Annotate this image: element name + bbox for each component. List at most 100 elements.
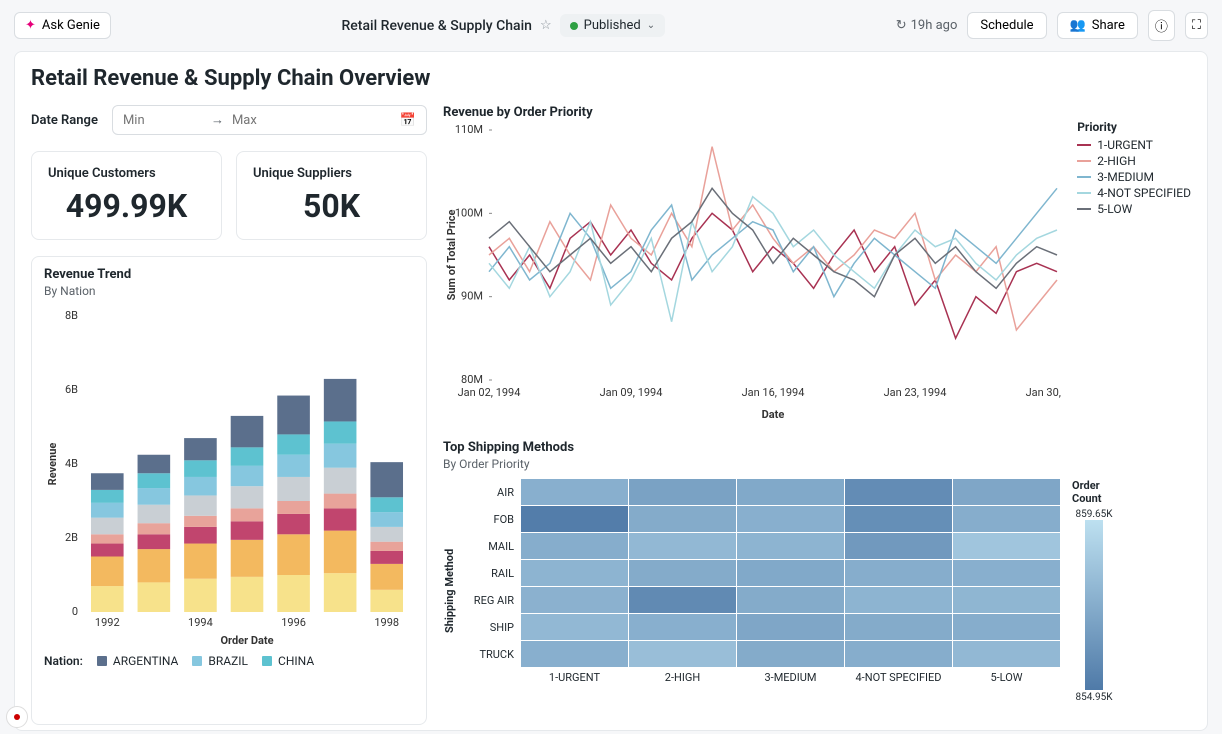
heat-cell[interactable] <box>521 506 628 532</box>
refresh-status[interactable]: ↻ 19h ago <box>896 18 958 33</box>
people-icon: 👥 <box>1070 18 1086 33</box>
status-dropdown[interactable]: Published ⌄ <box>560 14 665 37</box>
ask-genie-label: Ask Genie <box>42 18 100 33</box>
corner-badge[interactable] <box>6 706 28 728</box>
heat-cell[interactable] <box>845 614 952 640</box>
heat-cell[interactable] <box>845 506 952 532</box>
legend-item[interactable]: 2-HIGH <box>1077 154 1191 168</box>
heat-cell[interactable] <box>629 479 736 505</box>
calendar-icon[interactable]: 📅 <box>400 113 416 128</box>
legend-item[interactable]: 3-MEDIUM <box>1077 170 1191 184</box>
status-label: Published <box>584 18 641 33</box>
legend-item[interactable]: 1-URGENT <box>1077 138 1191 152</box>
chevron-down-icon: ⌄ <box>647 20 655 31</box>
legend-item[interactable]: ARGENTINA <box>97 654 179 668</box>
heat-cell[interactable] <box>737 506 844 532</box>
heat-cell[interactable] <box>953 560 1060 586</box>
svg-text:Sum of Total Price: Sum of Total Price <box>445 210 458 301</box>
heat-cell[interactable] <box>629 533 736 559</box>
legend-line-icon <box>1077 144 1091 146</box>
heat-row-label: AIR <box>460 486 520 499</box>
priority-legend: Priority 1-URGENT 2-HIGH 3-MEDIUM 4-NOT … <box>1077 120 1191 424</box>
refresh-icon: ↻ <box>896 18 907 33</box>
legend-item[interactable]: 5-LOW <box>1077 202 1191 216</box>
kpi-unique-suppliers: Unique Suppliers 50K <box>236 151 427 240</box>
color-scale: Order Count 859.65K 854.95K <box>1072 479 1116 703</box>
kpi-suppliers-value: 50K <box>253 187 410 225</box>
heat-cell[interactable] <box>953 506 1060 532</box>
heat-cell[interactable] <box>737 614 844 640</box>
revenue-trend-plot[interactable]: 02B4B6B8BRevenue1992199419961998Order Da… <box>44 306 414 650</box>
svg-text:Jan 02, 1994: Jan 02, 1994 <box>458 386 521 399</box>
heat-cell[interactable] <box>845 641 952 667</box>
heat-cell[interactable] <box>629 587 736 613</box>
heat-cell[interactable] <box>953 641 1060 667</box>
dashboard-page: Retail Revenue & Supply Chain Overview D… <box>14 51 1208 731</box>
date-range-input[interactable]: → 📅 <box>112 105 427 135</box>
date-max-field[interactable] <box>232 113 312 128</box>
svg-text:110M: 110M <box>455 123 483 136</box>
share-button[interactable]: 👥 Share <box>1057 12 1138 39</box>
revenue-priority-plot[interactable]: 80M90M100M110MSum of Total PriceJan 02, … <box>443 120 1065 424</box>
revenue-priority-title: Revenue by Order Priority <box>443 105 1191 120</box>
heat-col-label: 2-HIGH <box>629 671 736 684</box>
heat-row-label: TRUCK <box>460 648 520 661</box>
schedule-button[interactable]: Schedule <box>967 12 1046 39</box>
heat-cell[interactable] <box>629 614 736 640</box>
heat-cell[interactable] <box>737 533 844 559</box>
heat-cell[interactable] <box>629 506 736 532</box>
heat-cell[interactable] <box>845 587 952 613</box>
kpi-customers-label: Unique Customers <box>48 166 205 181</box>
heat-cell[interactable] <box>521 614 628 640</box>
heat-cell[interactable] <box>737 560 844 586</box>
heat-cell[interactable] <box>953 587 1060 613</box>
heat-cell[interactable] <box>521 587 628 613</box>
shipping-methods-chart: Top Shipping Methods By Order Priority S… <box>443 440 1191 703</box>
legend-item[interactable]: CHINA <box>262 654 314 668</box>
heat-cell[interactable] <box>953 614 1060 640</box>
heat-cell[interactable] <box>737 641 844 667</box>
heat-cell[interactable] <box>521 533 628 559</box>
red-dot-icon <box>14 714 20 720</box>
svg-text:1994: 1994 <box>188 616 213 629</box>
shipping-title: Top Shipping Methods <box>443 440 1191 455</box>
heat-col-label: 4-NOT SPECIFIED <box>845 671 952 684</box>
heat-cell[interactable] <box>629 641 736 667</box>
heat-col-label: 1-URGENT <box>521 671 628 684</box>
heat-cell[interactable] <box>953 479 1060 505</box>
svg-text:Jan 23, 1994: Jan 23, 1994 <box>884 386 947 399</box>
arrow-right-icon: → <box>211 112 224 128</box>
shipping-subtitle: By Order Priority <box>443 457 1191 471</box>
svg-text:Revenue: Revenue <box>46 443 59 486</box>
kpi-customers-value: 499.99K <box>48 187 205 225</box>
heat-cell[interactable] <box>521 641 628 667</box>
heat-cell[interactable] <box>953 533 1060 559</box>
heat-cell[interactable] <box>737 587 844 613</box>
heat-cell[interactable] <box>845 560 952 586</box>
legend-item[interactable]: 4-NOT SPECIFIED <box>1077 186 1191 200</box>
heat-cell[interactable] <box>737 479 844 505</box>
heat-cell[interactable] <box>629 560 736 586</box>
svg-text:90M: 90M <box>461 290 483 303</box>
date-min-field[interactable] <box>123 113 203 128</box>
heat-cell[interactable] <box>845 479 952 505</box>
info-button[interactable]: ⓘ <box>1148 10 1175 41</box>
fullscreen-button[interactable]: ⛶ <box>1185 12 1208 39</box>
heat-row-label: MAIL <box>460 540 520 553</box>
svg-text:Jan 30, 1994: Jan 30, 1994 <box>1026 386 1063 399</box>
heat-cell[interactable] <box>845 533 952 559</box>
star-icon[interactable]: ☆ <box>540 18 552 33</box>
legend-item[interactable]: BRAZIL <box>192 654 248 668</box>
status-dot-icon <box>570 22 578 30</box>
topbar: ✦ Ask Genie Retail Revenue & Supply Chai… <box>0 0 1222 51</box>
ask-genie-button[interactable]: ✦ Ask Genie <box>14 12 111 39</box>
color-scale-max: 859.65K <box>1072 509 1116 520</box>
heat-col-label: 5-LOW <box>953 671 1060 684</box>
shipping-ylabel: Shipping Method <box>443 479 456 703</box>
svg-text:100M: 100M <box>455 206 483 219</box>
color-bar-icon <box>1085 520 1103 690</box>
shipping-heatmap[interactable]: AIRFOBMAILRAILREG AIRSHIPTRUCK <box>460 479 1060 667</box>
heat-cell[interactable] <box>521 560 628 586</box>
heat-cell[interactable] <box>521 479 628 505</box>
svg-text:Order Date: Order Date <box>220 634 273 646</box>
